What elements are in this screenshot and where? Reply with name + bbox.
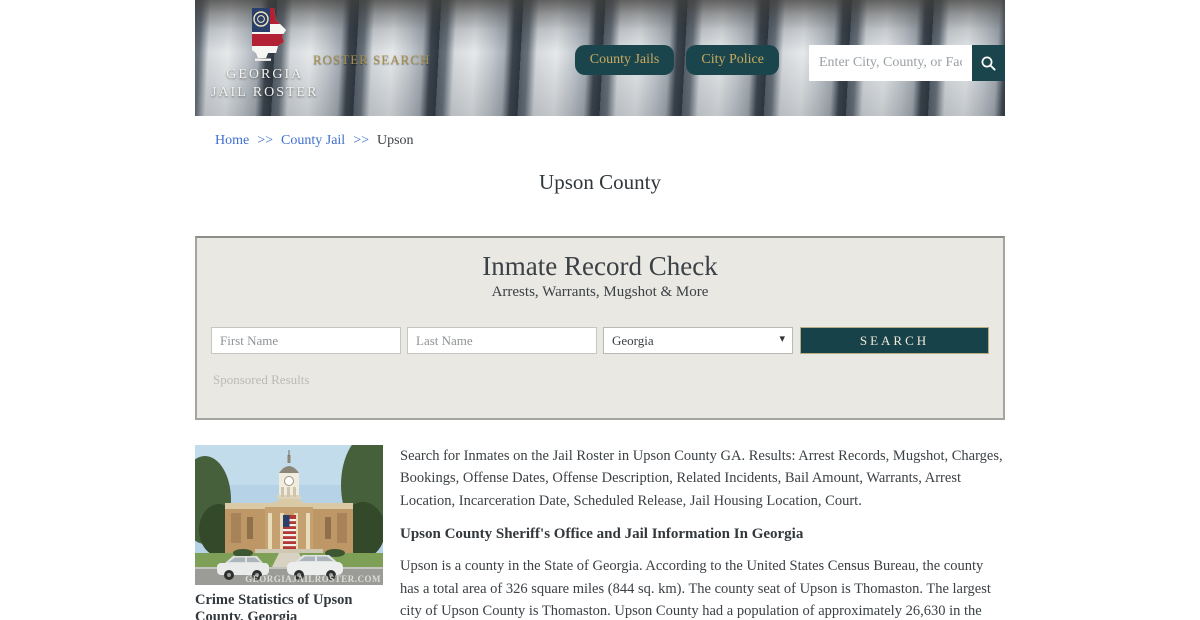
logo-text-line2: JAIL ROSTER (211, 84, 319, 100)
record-check-subtitle: Arrests, Warrants, Mugshot & More (491, 284, 709, 300)
content-area: GEORGIAJAILROSTER.COM Crime Statistics o… (195, 445, 1005, 620)
inmate-record-check-panel: Inmate Record Check Arrests, Warrants, M… (195, 236, 1005, 420)
first-name-input[interactable] (211, 327, 401, 354)
breadcrumb-current: Upson (376, 133, 414, 148)
page-title: Upson County (539, 170, 661, 194)
facility-search-box (809, 45, 1005, 81)
breadcrumb-separator: >> (257, 133, 274, 148)
breadcrumb-separator: >> (353, 133, 369, 148)
city-police-button[interactable]: City Police (686, 45, 779, 75)
record-search-button[interactable]: SEARCH (800, 327, 989, 354)
breadcrumb-county-jail-link[interactable]: County Jail (281, 133, 345, 148)
image-caption: Crime Statistics of Upson County, Georgi… (195, 592, 353, 620)
site-logo[interactable]: GEORGIA JAIL ROSTER (211, 6, 318, 101)
breadcrumb: Home >> County Jail >> Upson (195, 116, 1005, 149)
section-heading: Upson County Sheriff's Office and Jail I… (400, 526, 804, 543)
sponsored-results-label: Sponsored Results (213, 372, 310, 387)
image-watermark: GEORGIAJAILROSTER.COM (245, 574, 381, 584)
facility-search-input[interactable] (809, 45, 972, 81)
facility-search-button[interactable] (972, 45, 1005, 81)
nav-roster-search[interactable]: ROSTER SEARCH (313, 52, 430, 68)
county-jails-button[interactable]: County Jails (574, 45, 675, 75)
courthouse-image: GEORGIAJAILROSTER.COM (195, 445, 383, 585)
intro-paragraph: Search for Inmates on the Jail Roster in… (400, 448, 1003, 509)
georgia-flag-icon (251, 8, 286, 61)
left-column: GEORGIAJAILROSTER.COM Crime Statistics o… (195, 445, 383, 620)
record-check-title: Inmate Record Check (482, 251, 718, 281)
state-select[interactable]: Georgia (603, 327, 793, 354)
last-name-input[interactable] (407, 327, 597, 354)
header-banner: GEORGIA JAIL ROSTER ROSTER SEARCH County… (195, 0, 1005, 116)
logo-text-line1: GEORGIA (226, 67, 304, 82)
right-column: Search for Inmates on the Jail Roster in… (400, 445, 1005, 620)
body-paragraph: Upson is a county in the State of Georgi… (400, 558, 991, 620)
site-column: GEORGIA JAIL ROSTER ROSTER SEARCH County… (195, 0, 1005, 620)
header-nav-group: County Jails City Police (574, 45, 1005, 81)
search-icon (981, 56, 996, 71)
record-check-form: Georgia ▾ SEARCH (211, 327, 989, 354)
state-select-wrap: Georgia ▾ (603, 327, 793, 354)
breadcrumb-home-link[interactable]: Home (215, 133, 249, 148)
